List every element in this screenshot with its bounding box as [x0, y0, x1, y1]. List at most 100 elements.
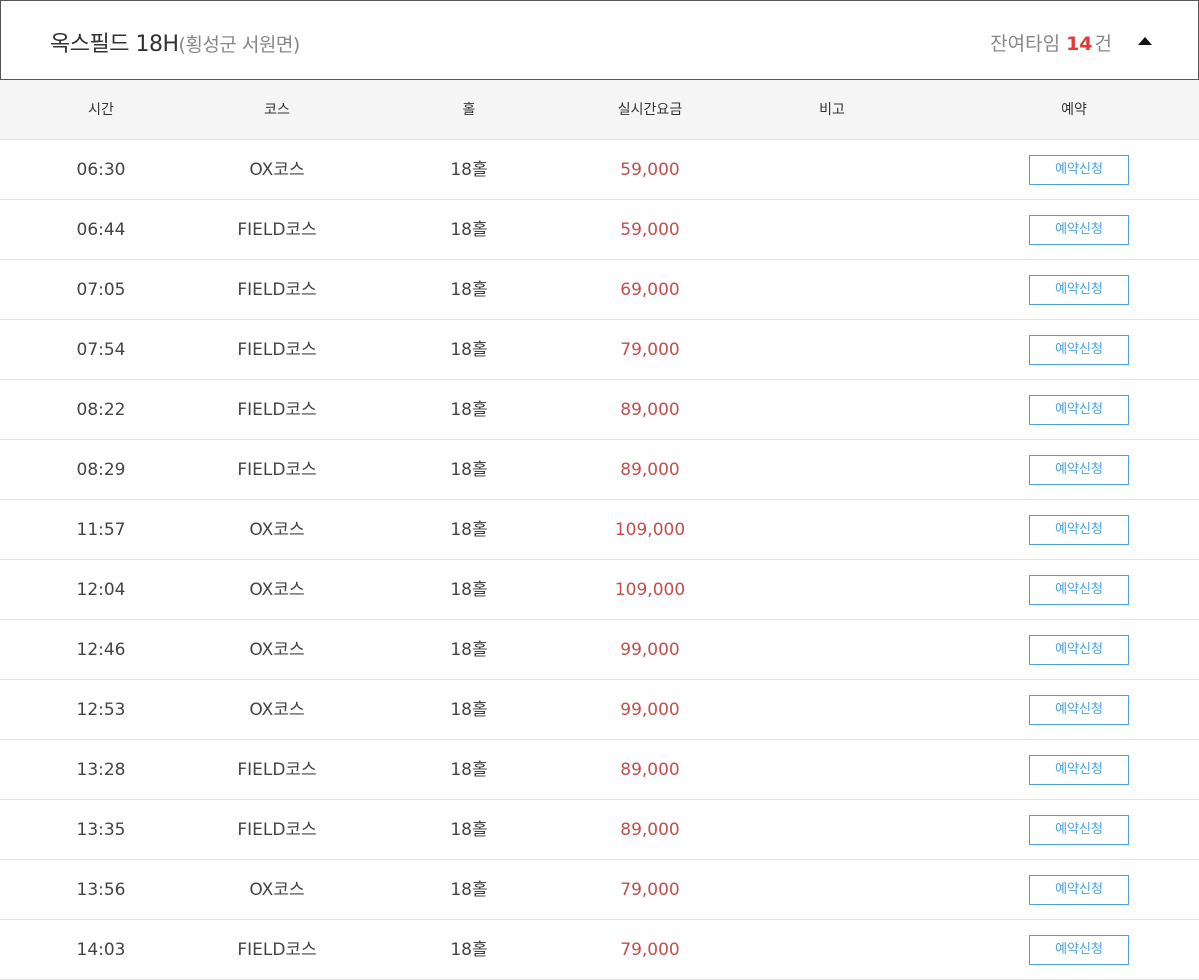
time-cell: 08:29	[76, 460, 126, 480]
hole-cell: 18홀	[450, 700, 488, 720]
reserve-button[interactable]: 예약신청	[1029, 335, 1129, 365]
time-cell: 13:28	[76, 760, 126, 780]
course-cell: FIELD코스	[237, 760, 317, 780]
course-cell: FIELD코스	[237, 340, 317, 360]
price-cell: 99,000	[620, 640, 680, 660]
table-row: 13:35 FIELD코스 18홀 89,000 예약신청	[0, 800, 1199, 860]
time-cell: 13:56	[76, 880, 126, 900]
table-row: 14:03 FIELD코스 18홀 79,000 예약신청	[0, 920, 1199, 980]
column-header-time: 시간	[88, 102, 114, 118]
price-cell: 69,000	[620, 280, 680, 300]
course-cell: FIELD코스	[237, 220, 317, 240]
remaining-count: 14	[1066, 33, 1093, 55]
reserve-button[interactable]: 예약신청	[1029, 575, 1129, 605]
hole-cell: 18홀	[450, 820, 488, 840]
table-row: 13:56 OX코스 18홀 79,000 예약신청	[0, 860, 1199, 920]
hole-cell: 18홀	[450, 460, 488, 480]
table-row: 08:22 FIELD코스 18홀 89,000 예약신청	[0, 380, 1199, 440]
reserve-button[interactable]: 예약신청	[1029, 215, 1129, 245]
course-cell: OX코스	[249, 160, 305, 180]
table-row: 08:29 FIELD코스 18홀 89,000 예약신청	[0, 440, 1199, 500]
price-cell: 99,000	[620, 700, 680, 720]
reserve-button[interactable]: 예약신청	[1029, 815, 1129, 845]
hole-cell: 18홀	[450, 580, 488, 600]
reserve-button[interactable]: 예약신청	[1029, 755, 1129, 785]
price-cell: 89,000	[620, 400, 680, 420]
hole-cell: 18홀	[450, 280, 488, 300]
table-row: 12:46 OX코스 18홀 99,000 예약신청	[0, 620, 1199, 680]
reserve-button[interactable]: 예약신청	[1029, 395, 1129, 425]
reserve-button[interactable]: 예약신청	[1029, 515, 1129, 545]
time-cell: 12:53	[76, 700, 126, 720]
time-cell: 11:57	[76, 520, 126, 540]
column-header-hole: 홀	[462, 102, 476, 118]
reserve-button[interactable]: 예약신청	[1029, 635, 1129, 665]
course-region: (횡성군 서원면)	[178, 34, 301, 56]
course-name: 옥스필드 18H	[50, 32, 179, 57]
table-row: 07:05 FIELD코스 18홀 69,000 예약신청	[0, 260, 1199, 320]
table-header: 시간 코스 홀 실시간요금 비고 예약	[0, 80, 1199, 140]
reserve-button[interactable]: 예약신청	[1029, 875, 1129, 905]
table-row: 12:04 OX코스 18홀 109,000 예약신청	[0, 560, 1199, 620]
hole-cell: 18홀	[450, 520, 488, 540]
table-row: 13:28 FIELD코스 18홀 89,000 예약신청	[0, 740, 1199, 800]
table-body: 06:30 OX코스 18홀 59,000 예약신청 06:44 FIELD코스 18홀 59,…	[0, 140, 1199, 980]
price-cell: 109,000	[614, 520, 686, 540]
reserve-button[interactable]: 예약신청	[1029, 455, 1129, 485]
time-cell: 13:35	[76, 820, 126, 840]
column-header-book: 예약	[1061, 102, 1087, 118]
time-cell: 08:22	[76, 400, 126, 420]
time-cell: 06:44	[76, 220, 126, 240]
hole-cell: 18홀	[450, 880, 488, 900]
hole-cell: 18홀	[450, 340, 488, 360]
price-cell: 109,000	[614, 580, 686, 600]
course-cell: OX코스	[249, 640, 305, 660]
hole-cell: 18홀	[450, 640, 488, 660]
hole-cell: 18홀	[450, 940, 488, 960]
price-cell: 59,000	[620, 160, 680, 180]
hole-cell: 18홀	[450, 160, 488, 180]
column-header-course: 코스	[264, 102, 290, 118]
table-row: 07:54 FIELD코스 18홀 79,000 예약신청	[0, 320, 1199, 380]
golf-course-header[interactable]: 옥스필드 18H(횡성군 서원면) 잔여타임 14 건	[0, 0, 1199, 80]
course-cell: FIELD코스	[237, 400, 317, 420]
time-cell: 07:05	[76, 280, 126, 300]
table-row: 06:30 OX코스 18홀 59,000 예약신청	[0, 140, 1199, 200]
course-cell: OX코스	[249, 700, 305, 720]
course-cell: OX코스	[249, 520, 305, 540]
remaining-unit: 건	[1094, 33, 1112, 55]
tee-time-table: 시간 코스 홀 실시간요금 비고 예약 06:30 OX코스 18홀 59,000 예약…	[0, 80, 1199, 980]
column-header-note: 비고	[819, 102, 845, 118]
hole-cell: 18홀	[450, 400, 488, 420]
column-header-price: 실시간요금	[617, 102, 683, 118]
course-cell: OX코스	[249, 880, 305, 900]
time-cell: 12:04	[76, 580, 126, 600]
course-cell: FIELD코스	[237, 940, 317, 960]
table-row: 12:53 OX코스 18홀 99,000 예약신청	[0, 680, 1199, 740]
price-cell: 89,000	[620, 760, 680, 780]
time-cell: 14:03	[76, 940, 126, 960]
hole-cell: 18홀	[450, 760, 488, 780]
reserve-button[interactable]: 예약신청	[1029, 935, 1129, 965]
time-cell: 07:54	[76, 340, 126, 360]
time-cell: 12:46	[76, 640, 126, 660]
reserve-button[interactable]: 예약신청	[1029, 695, 1129, 725]
caret-up-icon[interactable]	[1136, 34, 1154, 48]
price-cell: 59,000	[620, 220, 680, 240]
reserve-button[interactable]: 예약신청	[1029, 275, 1129, 305]
price-cell: 79,000	[620, 940, 680, 960]
course-cell: FIELD코스	[237, 280, 317, 300]
course-cell: FIELD코스	[237, 820, 317, 840]
reserve-button[interactable]: 예약신청	[1029, 155, 1129, 185]
course-cell: FIELD코스	[237, 460, 317, 480]
price-cell: 79,000	[620, 340, 680, 360]
price-cell: 89,000	[620, 460, 680, 480]
time-cell: 06:30	[76, 160, 126, 180]
table-row: 06:44 FIELD코스 18홀 59,000 예약신청	[0, 200, 1199, 260]
course-title: 옥스필드 18H(횡성군 서원면)	[50, 26, 300, 58]
remaining-label: 잔여타임	[990, 33, 1061, 55]
remaining-times: 잔여타임 14 건	[990, 29, 1112, 56]
price-cell: 79,000	[620, 880, 680, 900]
hole-cell: 18홀	[450, 220, 488, 240]
table-row: 11:57 OX코스 18홀 109,000 예약신청	[0, 500, 1199, 560]
